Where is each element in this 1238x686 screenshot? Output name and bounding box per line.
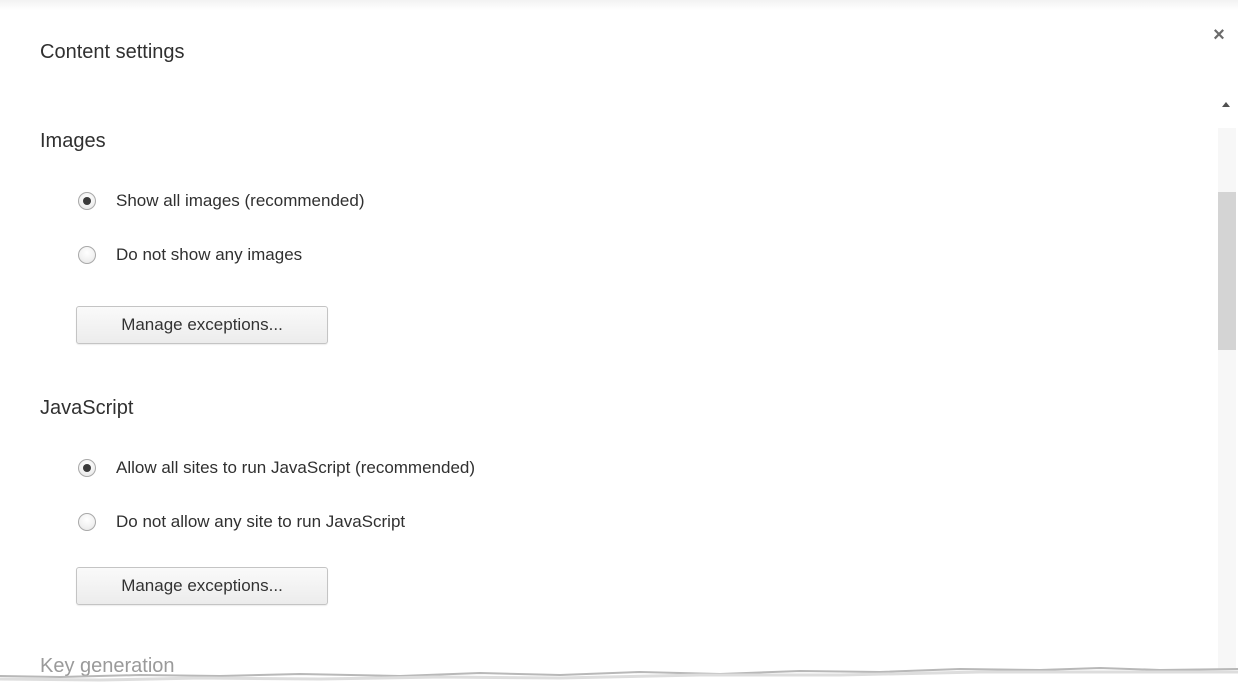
dialog-title: Content settings: [40, 41, 185, 63]
javascript-heading: JavaScript: [40, 397, 134, 419]
radio-allow-javascript[interactable]: Allow all sites to run JavaScript (recom…: [78, 456, 475, 480]
scroll-thumb[interactable]: [1218, 192, 1236, 350]
content-settings-dialog: Content settings × Images Show all image…: [0, 0, 1238, 686]
radio-button[interactable]: [78, 513, 96, 531]
radio-button-selected[interactable]: [78, 192, 96, 210]
dialog-top-edge: [0, 0, 1238, 10]
radio-disallow-javascript[interactable]: Do not allow any site to run JavaScript: [78, 510, 405, 534]
radio-label: Show all images (recommended): [116, 191, 365, 210]
radio-label: Allow all sites to run JavaScript (recom…: [116, 458, 476, 477]
radio-button-selected[interactable]: [78, 459, 96, 477]
javascript-manage-exceptions-button[interactable]: Manage exceptions...: [76, 567, 328, 605]
radio-do-not-show-images[interactable]: Do not show any images: [78, 243, 302, 267]
radio-label: Do not allow any site to run JavaScript: [116, 512, 406, 531]
radio-button[interactable]: [78, 246, 96, 264]
close-icon[interactable]: ×: [1208, 24, 1230, 46]
images-manage-exceptions-button[interactable]: Manage exceptions...: [76, 306, 328, 344]
radio-show-all-images[interactable]: Show all images (recommended): [78, 189, 365, 213]
dialog-content: Images Show all images (recommended) Do …: [0, 95, 1214, 686]
chevron-up-icon[interactable]: [1222, 102, 1230, 107]
vertical-scrollbar[interactable]: [1216, 88, 1238, 686]
images-heading: Images: [40, 130, 106, 152]
radio-label: Do not show any images: [116, 245, 303, 264]
torn-edge-decoration: [0, 666, 1238, 686]
